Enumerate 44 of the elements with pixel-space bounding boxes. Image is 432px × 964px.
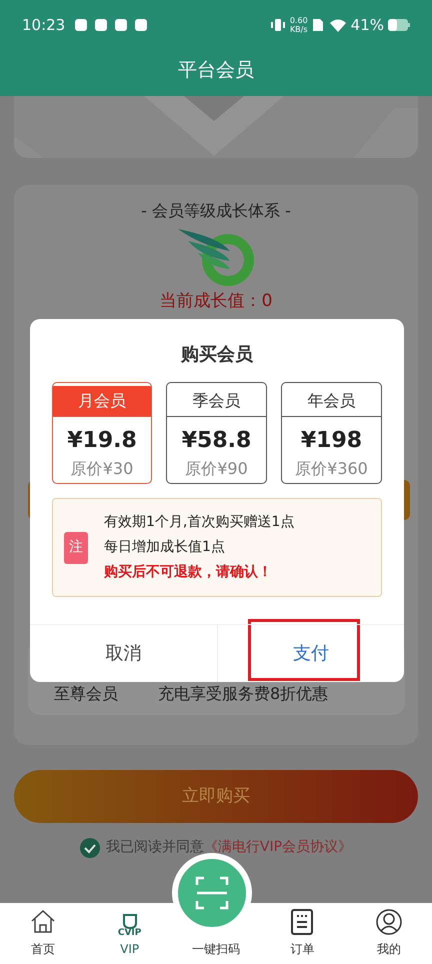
dialog-title: 购买会员 bbox=[180, 343, 254, 367]
vip-icon-text: CVIP bbox=[118, 929, 142, 938]
plan-option[interactable]: 季会员 ¥58.8 原价¥90 bbox=[166, 382, 267, 484]
plan-price: ¥19.8 bbox=[66, 426, 138, 454]
warning-text: 购买后不可退款，请确认！ bbox=[104, 563, 273, 582]
profile-icon bbox=[374, 908, 403, 936]
tab-item[interactable]: 订单 bbox=[259, 903, 346, 964]
plan-option[interactable]: 月会员 ¥19.8 原价¥30 bbox=[52, 382, 152, 484]
plan-name: 季会员 bbox=[167, 386, 266, 416]
network-speed: 0.60 KB/s bbox=[290, 16, 308, 34]
section-title: - 会员等级成长体系 - bbox=[140, 200, 292, 222]
checkbox-icon[interactable] bbox=[80, 838, 100, 858]
tab-item[interactable]: 我的 bbox=[346, 903, 432, 964]
pay-button[interactable]: 支付 bbox=[216, 625, 404, 682]
notice-text: 每日增加成长值1点 bbox=[104, 538, 226, 557]
battery-level: 41% bbox=[350, 14, 384, 36]
battery-icon bbox=[388, 19, 410, 31]
tab-item[interactable]: 首页 bbox=[0, 903, 86, 964]
sim-card-icon bbox=[312, 18, 324, 32]
vibrate-icon bbox=[270, 17, 286, 33]
page-title: 平台会员 bbox=[178, 59, 254, 81]
scan-icon bbox=[194, 875, 230, 911]
original-price: 原价¥90 bbox=[184, 458, 249, 480]
original-price: 原价¥360 bbox=[294, 458, 369, 480]
clock: 10:23 bbox=[22, 14, 66, 36]
plan-name: 年会员 bbox=[282, 386, 381, 416]
logo-icon bbox=[176, 227, 256, 289]
wifi-icon bbox=[328, 18, 347, 32]
plan-price: ¥58.8 bbox=[180, 426, 252, 454]
plan-price: ¥198 bbox=[300, 426, 364, 454]
notice-badge: 注 bbox=[64, 532, 88, 564]
notice-text: 有效期1个月,首次购买赠送1点 bbox=[104, 513, 294, 532]
shield-icon bbox=[122, 913, 138, 929]
tab-item[interactable]: CVIP VIP bbox=[86, 903, 173, 964]
agreement-text: 我已阅读并同意《满电行VIP会员协议》 bbox=[106, 838, 352, 857]
tab-item[interactable]: 一键扫码 bbox=[172, 939, 260, 964]
benefit-text: 充电享受服务费8折优惠 bbox=[158, 684, 328, 705]
growth-value: 当前成长值：0 bbox=[158, 290, 274, 313]
original-price: 原价¥30 bbox=[70, 458, 134, 480]
plan-name: 月会员 bbox=[53, 386, 151, 416]
plan-option[interactable]: 年会员 ¥198 原价¥360 bbox=[281, 382, 382, 484]
benefit-level: 至尊会员 bbox=[54, 684, 118, 705]
home-icon bbox=[29, 908, 58, 936]
cancel-button[interactable]: 取消 bbox=[30, 625, 216, 682]
